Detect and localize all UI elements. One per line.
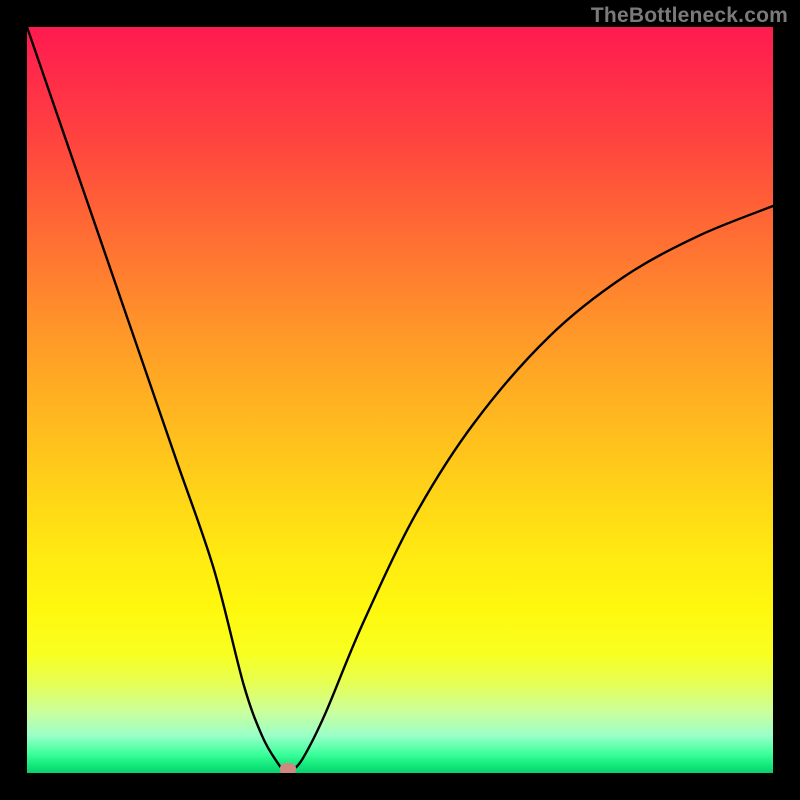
outer-frame: TheBottleneck.com: [0, 0, 800, 800]
plot-area: [27, 27, 773, 773]
bottleneck-curve: [27, 27, 773, 773]
watermark-text: TheBottleneck.com: [591, 4, 788, 28]
minimum-marker: [280, 763, 296, 773]
